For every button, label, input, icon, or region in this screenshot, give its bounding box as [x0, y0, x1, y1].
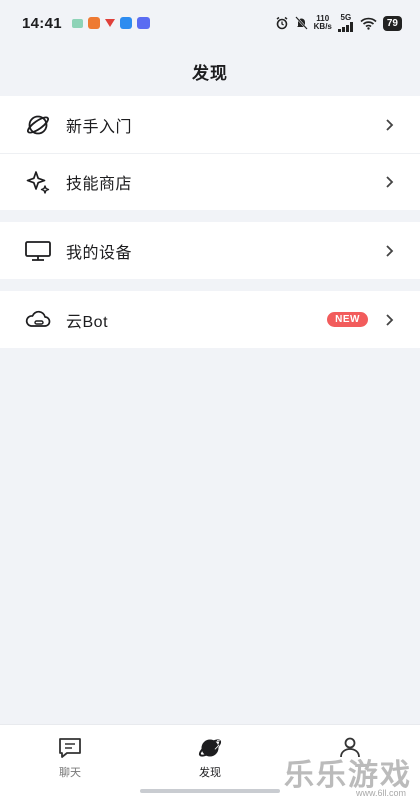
tab-chat[interactable]: 聊天 [0, 735, 140, 800]
status-bar: 14:41 110 KB/s 5G 79 [0, 0, 420, 46]
sparkle-icon [24, 168, 52, 196]
tab-label: 发现 [199, 767, 221, 779]
new-badge: NEW [327, 312, 368, 327]
notification-icons [71, 17, 150, 29]
wifi-icon [360, 17, 377, 30]
chevron-right-icon [382, 118, 396, 132]
chat-icon [56, 735, 84, 761]
menu-item-label: 我的设备 [66, 244, 133, 262]
menu-group-2: 我的设备 [0, 222, 420, 279]
planet-icon [196, 735, 224, 761]
chevron-right-icon [382, 313, 396, 327]
bottom-tab-bar: 聊天 发现 乐乐游戏 www.6ll.com [0, 724, 420, 800]
menu-item-beginner-guide[interactable]: 新手入门 [0, 96, 420, 153]
menu-item-skill-store[interactable]: 技能商店 [0, 153, 420, 210]
signal-icon [337, 22, 353, 32]
signal-group: 5G [337, 13, 354, 32]
speed-unit: KB/s [313, 22, 332, 31]
menu-group-1: 新手入门 技能商店 [0, 96, 420, 210]
menu-item-label: 技能商店 [66, 175, 133, 193]
vivo-notification-icon [136, 17, 150, 29]
battery-indicator: 79 [382, 15, 402, 31]
cloud-notification-icon [119, 17, 132, 29]
page-title: 发现 [192, 63, 228, 83]
download-notification-icon [104, 19, 115, 27]
chevron-right-icon [382, 244, 396, 258]
tab-label: 聊天 [59, 767, 81, 779]
alarm-icon [276, 16, 288, 30]
watermark-url: www.6ll.com [355, 788, 406, 798]
status-right: 110 KB/s 5G 79 [275, 14, 402, 32]
cloud-icon [24, 306, 52, 334]
status-time: 14:41 [22, 14, 62, 32]
page-header: 发现 [0, 46, 420, 96]
monitor-icon [24, 237, 52, 265]
menu-item-label: 云Bot [66, 313, 109, 331]
menu-item-cloud-bot[interactable]: 云Bot NEW [0, 291, 420, 348]
menu-item-label: 新手入门 [66, 118, 133, 136]
planet-icon [24, 111, 52, 139]
menu-item-my-devices[interactable]: 我的设备 [0, 222, 420, 279]
home-indicator[interactable] [140, 789, 280, 793]
app-notification-icon [87, 17, 100, 29]
network-type: 5G [340, 13, 352, 22]
menu-group-3: 云Bot NEW [0, 291, 420, 348]
network-speed: 110 KB/s [314, 15, 332, 31]
message-notification-icon [71, 18, 83, 28]
chevron-right-icon [382, 175, 396, 189]
mute-bell-icon [294, 16, 308, 30]
